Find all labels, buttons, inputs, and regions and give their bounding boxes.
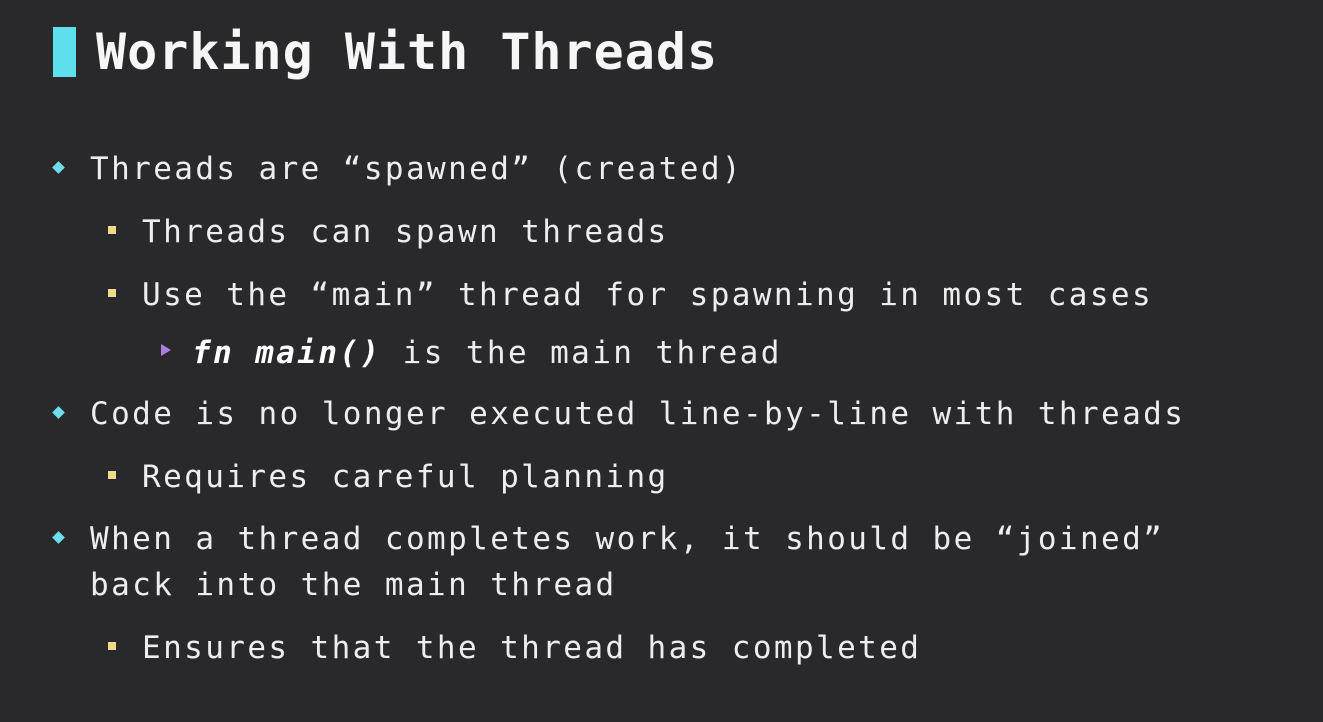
bullet-square-icon: [108, 226, 116, 234]
bullet-text: Threads can spawn threads: [142, 214, 669, 250]
bullet-diamond-icon: [52, 406, 65, 419]
bullet-text: Ensures that the thread has completed: [142, 630, 922, 666]
bullet-text: Use the “main” thread for spawning in mo…: [142, 277, 1154, 313]
bullet-square-icon: [108, 289, 116, 297]
bullet-diamond-icon: [52, 161, 65, 174]
bullet-text: Requires careful planning: [142, 459, 669, 495]
slide-title: Working With Threads: [96, 23, 719, 81]
bullet-triangle-icon: [161, 344, 171, 356]
bullet-text-rest: is the main thread: [381, 335, 782, 371]
bullet-square-icon: [108, 471, 116, 479]
bullet-square-icon: [108, 642, 116, 650]
bullet-text: Threads are “spawned” (created): [90, 151, 743, 187]
bullet-text: Code is no longer executed line-by-line …: [90, 396, 1186, 432]
bullet-text: fn main() is the main thread: [192, 331, 782, 375]
title-accent-bar: [53, 27, 76, 77]
bullet-text: When a thread completes work, it should …: [90, 521, 1165, 557]
code-fn-main: fn main(): [192, 335, 382, 371]
bullet-text-continuation: back into the main thread: [90, 567, 617, 603]
bullet-diamond-icon: [52, 531, 65, 544]
